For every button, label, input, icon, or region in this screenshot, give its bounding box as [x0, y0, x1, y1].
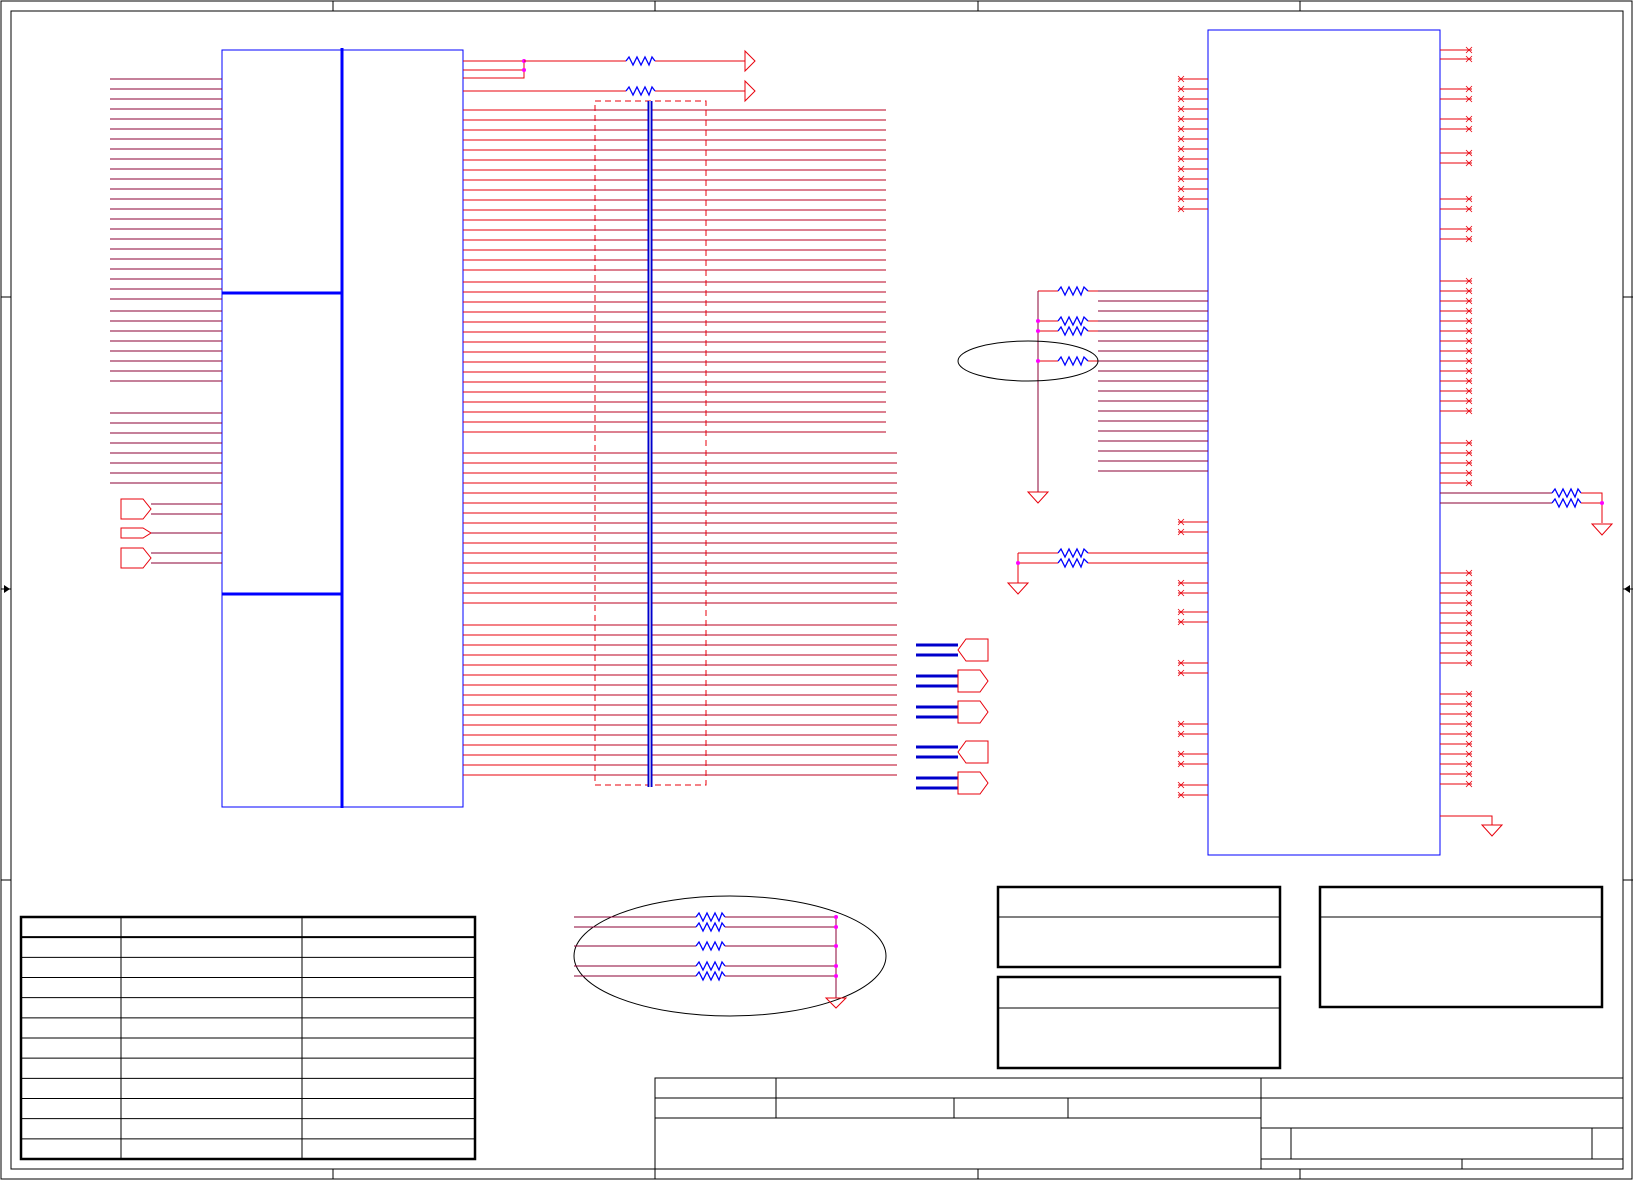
- offpage-connector: [957, 740, 989, 764]
- left-offpage-connectors: [120, 498, 222, 569]
- ground-symbol-2: [1006, 582, 1030, 595]
- strap-resistor-network-2: [1006, 547, 1208, 595]
- junction-dot: [834, 944, 838, 948]
- term-resistor: [695, 970, 726, 982]
- power-arrow-2: [744, 79, 756, 103]
- power-arrow-1: [744, 49, 756, 73]
- left-connector-pin-wires: [110, 78, 222, 484]
- sheet-border: [0, 0, 1633, 1180]
- ground-symbol-4: [1480, 824, 1504, 837]
- junction-dot: [834, 915, 838, 919]
- term-resistor: [695, 940, 726, 952]
- offpage-connector: [957, 669, 989, 693]
- zone-ticks: [1, 1, 1633, 1179]
- note-boxes: [996, 885, 1604, 1070]
- offpage-connector: [957, 638, 989, 662]
- note-box-3: [1318, 885, 1604, 1009]
- ground-symbol: [1026, 491, 1050, 504]
- series-resistor-network: [463, 49, 756, 103]
- junction-dot: [834, 974, 838, 978]
- resistor-r2: [625, 85, 656, 97]
- term-resistor: [695, 921, 726, 933]
- right-ic-pins: [1098, 46, 1473, 799]
- term-resistor: [695, 960, 726, 972]
- ddr-bus-offpage-connectors: [916, 638, 989, 795]
- offpage-connector: [120, 547, 152, 569]
- term-resistor: [695, 911, 726, 923]
- offpage-connector: [957, 700, 989, 724]
- revision-table: [19, 915, 477, 1161]
- title-block: [654, 1077, 1624, 1170]
- note-box-2: [996, 975, 1282, 1070]
- note-box-1: [996, 885, 1282, 969]
- ground-symbol-3: [1590, 523, 1614, 536]
- strap-resistor-network: [957, 285, 1099, 504]
- center-arrows: [4, 585, 1630, 593]
- ddr-bus-wires: [463, 109, 897, 776]
- highlight-ellipse: [957, 340, 1099, 382]
- offpage-connector: [120, 498, 152, 520]
- offpage-connector: [957, 771, 989, 795]
- junction-dot: [834, 925, 838, 929]
- schematic-canvas: [0, 0, 1633, 1180]
- termination-resistor-group: [573, 895, 887, 1017]
- left-connector-symbol: [221, 48, 464, 808]
- bus-dashed-region: [594, 100, 707, 787]
- offpage-connector: [120, 527, 152, 539]
- schematic-sheet: [0, 0, 1634, 1180]
- right-ic-symbol: [1207, 29, 1441, 856]
- junction-dot: [834, 964, 838, 968]
- resistor-r1: [625, 55, 656, 67]
